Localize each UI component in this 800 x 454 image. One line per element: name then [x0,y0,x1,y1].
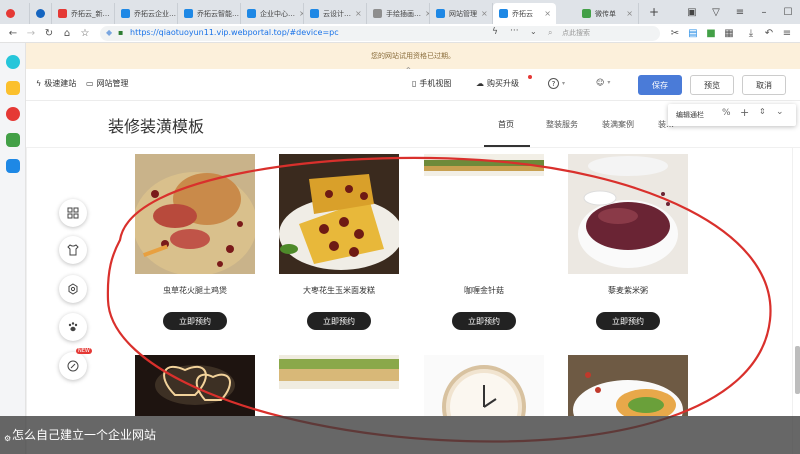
scrollbar[interactable] [795,346,800,394]
annotation-ellipse [106,156,772,443]
video-caption: 怎么自己建立一个企业网站 [0,416,800,454]
gear-icon[interactable]: ⚙ [4,434,11,443]
